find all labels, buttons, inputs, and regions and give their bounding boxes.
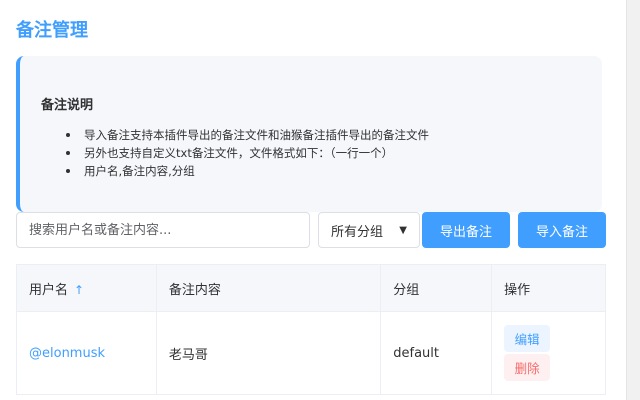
sort-arrow-icon[interactable]: ↑ (74, 283, 84, 297)
delete-button[interactable]: 删除 (504, 354, 551, 381)
cell-username: @elonmusk (16, 311, 157, 395)
cell-note: 老马哥 (155, 311, 382, 395)
group-select-value: 所有分组 (331, 224, 384, 240)
export-button[interactable]: 导出备注 (422, 212, 510, 248)
cell-actions: 编辑 删除 (491, 311, 606, 395)
column-header-username[interactable]: 用户名 ↑ (16, 264, 157, 312)
table-row: @elonmusk 老马哥 default 编辑 删除 (16, 311, 606, 395)
column-header-note: 备注内容 (155, 264, 382, 312)
username-link[interactable]: @elonmusk (29, 346, 105, 361)
edit-button[interactable]: 编辑 (504, 325, 551, 352)
column-header-actions: 操作 (491, 264, 606, 312)
column-header-group: 分组 (380, 264, 493, 312)
list-item: 导入备注支持本插件导出的备注文件和油猴备注插件导出的备注文件 (66, 126, 429, 144)
info-box: 备注说明 导入备注支持本插件导出的备注文件和油猴备注插件导出的备注文件 另外也支… (16, 56, 602, 212)
table-header-row: 用户名 ↑ 备注内容 分组 操作 (16, 264, 606, 312)
import-button[interactable]: 导入备注 (518, 212, 606, 248)
search-input[interactable] (16, 212, 310, 248)
cell-group: default (380, 311, 493, 395)
list-item: 另外也支持自定义txt备注文件，文件格式如下：（一行一个） (66, 144, 429, 162)
notes-table: 用户名 ↑ 备注内容 分组 操作 @elonmusk 老马哥 default 编辑… (16, 264, 606, 395)
list-item: 用户名,备注内容,分组 (66, 162, 429, 180)
scrollbar[interactable] (626, 0, 640, 400)
page-title: 备注管理 (16, 20, 88, 41)
toolbar: 所有分组 ▼ 导出备注 导入备注 (16, 212, 606, 248)
group-select[interactable]: 所有分组 ▼ (318, 212, 420, 248)
info-title: 备注说明 (41, 98, 94, 113)
column-header-label: 用户名 (29, 282, 69, 298)
chevron-down-icon: ▼ (399, 224, 407, 236)
info-list: 导入备注支持本插件导出的备注文件和油猴备注插件导出的备注文件 另外也支持自定义t… (66, 126, 429, 180)
